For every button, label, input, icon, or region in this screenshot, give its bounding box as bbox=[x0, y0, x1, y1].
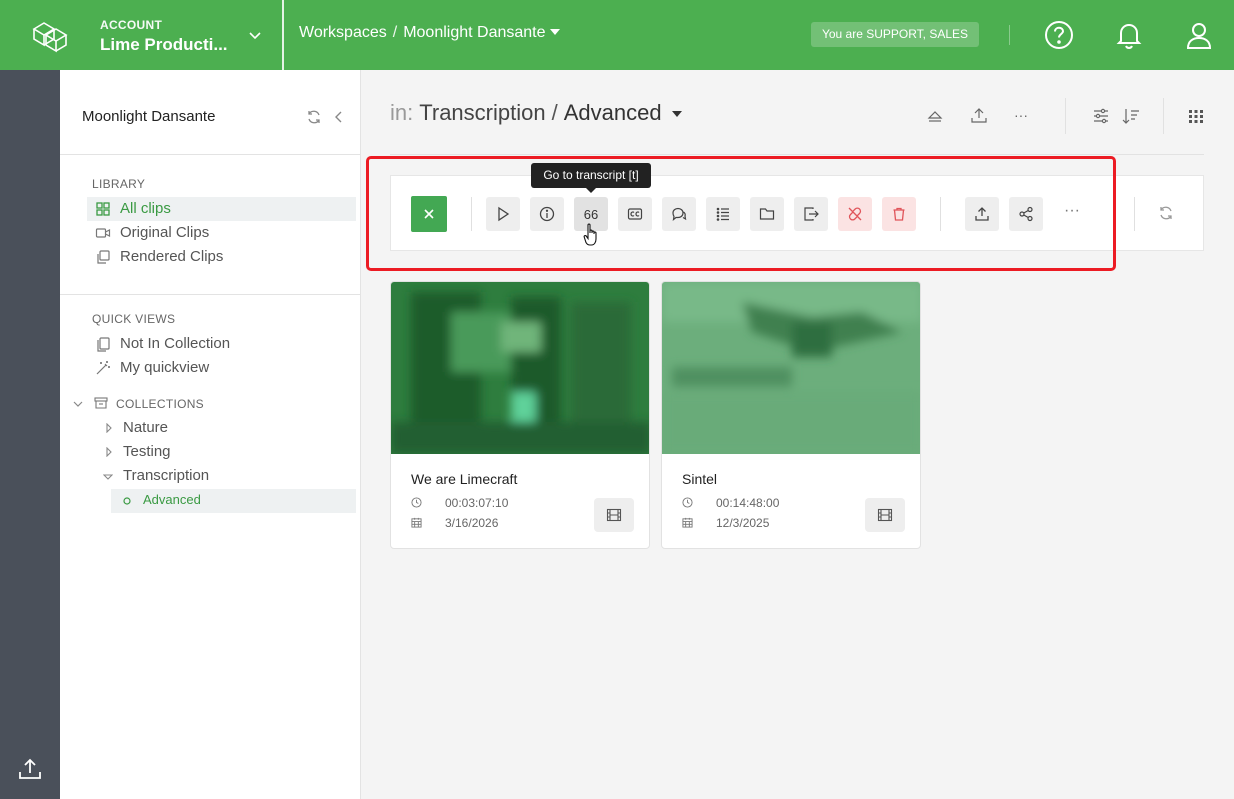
refresh-icon[interactable] bbox=[1158, 205, 1174, 221]
caret-right-icon[interactable] bbox=[104, 423, 114, 433]
topbar-divider bbox=[282, 0, 284, 70]
filter-sliders-icon[interactable] bbox=[1092, 107, 1110, 125]
circle-icon bbox=[123, 497, 131, 505]
clock-icon bbox=[682, 497, 693, 508]
upload-icon[interactable] bbox=[970, 107, 988, 125]
account-switcher[interactable]: ACCOUNT Lime Producti... bbox=[100, 18, 228, 55]
breadcrumb-separator: / bbox=[392, 24, 398, 41]
chevron-down-icon[interactable] bbox=[73, 399, 83, 409]
clip-card[interactable]: We are Limecraft 00:03:07:10 3/16/2026 bbox=[390, 281, 650, 549]
clip-duration-value: 00:03:07:10 bbox=[445, 496, 509, 510]
highlight-annotation bbox=[366, 156, 1116, 271]
bell-icon[interactable] bbox=[1113, 19, 1145, 51]
topbar-thin-divider bbox=[1009, 25, 1010, 45]
clip-thumbnail[interactable] bbox=[391, 282, 650, 454]
sidebar-item-label: Advanced bbox=[143, 492, 201, 507]
collection-nature[interactable]: Nature bbox=[123, 416, 168, 440]
in-label: in: bbox=[390, 100, 414, 125]
top-bar: ACCOUNT Lime Producti... Workspaces / Moon… bbox=[0, 0, 1234, 70]
sidebar-item-my-quickview[interactable]: My quickview bbox=[87, 356, 356, 380]
calendar-icon bbox=[411, 517, 422, 528]
caret-down-icon[interactable] bbox=[103, 472, 113, 482]
chevron-left-icon[interactable] bbox=[331, 109, 347, 125]
sidebar-item-rendered-clips[interactable]: Rendered Clips bbox=[87, 245, 356, 269]
help-icon[interactable] bbox=[1043, 19, 1075, 51]
account-label: ACCOUNT bbox=[100, 18, 163, 32]
grid-icon bbox=[96, 202, 110, 216]
clip-title[interactable]: Sintel bbox=[682, 471, 717, 487]
magic-wand-icon bbox=[96, 361, 110, 375]
caret-right-icon[interactable] bbox=[104, 447, 114, 457]
path-separator: / bbox=[551, 100, 558, 125]
collection-transcription[interactable]: Transcription bbox=[123, 464, 209, 488]
clip-date-value: 12/3/2025 bbox=[716, 516, 770, 530]
clip-thumbnail[interactable] bbox=[662, 282, 921, 454]
left-rail bbox=[0, 70, 60, 799]
toolbar-divider bbox=[1134, 197, 1135, 231]
library-header: LIBRARY bbox=[92, 177, 146, 191]
collection-testing[interactable]: Testing bbox=[123, 440, 171, 464]
header-divider bbox=[1163, 98, 1164, 134]
archive-box-icon bbox=[94, 397, 108, 409]
hand-cursor-icon bbox=[583, 223, 597, 246]
clock-icon bbox=[411, 497, 422, 508]
caret-down-icon[interactable] bbox=[671, 111, 682, 117]
video-camera-icon bbox=[95, 228, 111, 238]
account-name: Lime Producti... bbox=[100, 35, 228, 54]
sidebar-item-label: Original Clips bbox=[120, 224, 210, 241]
eject-icon[interactable] bbox=[926, 107, 944, 125]
caret-down-icon[interactable] bbox=[549, 29, 560, 35]
chevron-down-icon[interactable] bbox=[248, 28, 262, 42]
sidebar-item-all-clips[interactable]: All clips bbox=[87, 197, 356, 221]
header-rule bbox=[390, 154, 1204, 155]
breadcrumb-workspaces[interactable]: Workspaces bbox=[299, 24, 387, 41]
header-divider bbox=[1065, 98, 1066, 134]
path-parent[interactable]: Transcription bbox=[419, 100, 545, 125]
user-icon[interactable] bbox=[1183, 19, 1215, 51]
limecraft-logo-icon[interactable] bbox=[30, 17, 70, 53]
sidebar-divider bbox=[60, 154, 361, 155]
clip-duration-value: 00:14:48:00 bbox=[716, 496, 780, 510]
copy-icon bbox=[97, 250, 110, 264]
film-icon bbox=[877, 508, 893, 522]
copy-icon bbox=[97, 337, 110, 352]
sidebar: Moonlight Dansante LIBRARY All clips Ori… bbox=[60, 70, 361, 799]
sidebar-title: Moonlight Dansante bbox=[82, 108, 216, 125]
quickviews-header: QUICK VIEWS bbox=[92, 312, 176, 326]
calendar-icon bbox=[682, 517, 693, 528]
sidebar-item-label: Not In Collection bbox=[120, 335, 231, 352]
sidebar-item-label: All clips bbox=[120, 200, 171, 217]
page-title: in: Transcription / Advanced bbox=[390, 100, 682, 126]
breadcrumb-project[interactable]: Moonlight Dansante bbox=[403, 24, 545, 41]
sidebar-item-advanced[interactable]: Advanced bbox=[111, 489, 356, 513]
path-current: Advanced bbox=[563, 100, 662, 125]
clip-title[interactable]: We are Limecraft bbox=[411, 471, 517, 487]
clip-date-value: 3/16/2026 bbox=[445, 516, 499, 530]
sidebar-divider bbox=[60, 294, 361, 295]
sidebar-item-label: My quickview bbox=[120, 359, 210, 376]
sidebar-item-original-clips[interactable]: Original Clips bbox=[87, 221, 356, 245]
sidebar-item-label: Rendered Clips bbox=[120, 248, 224, 265]
grid-view-icon[interactable] bbox=[1187, 107, 1205, 125]
sidebar-item-not-in-collection[interactable]: Not In Collection bbox=[87, 332, 356, 356]
upload-icon[interactable] bbox=[17, 756, 43, 782]
open-clip-button[interactable] bbox=[594, 498, 634, 532]
clip-card[interactable]: Sintel 00:14:48:00 12/3/2025 bbox=[661, 281, 921, 549]
collections-header: COLLECTIONS bbox=[116, 397, 204, 411]
more-icon[interactable]: ··· bbox=[1014, 107, 1032, 125]
sort-icon[interactable] bbox=[1122, 107, 1140, 125]
breadcrumb: Workspaces / Moonlight Dansante bbox=[299, 24, 560, 42]
role-badge: You are SUPPORT, SALES bbox=[811, 22, 979, 47]
open-clip-button[interactable] bbox=[865, 498, 905, 532]
film-icon bbox=[606, 508, 622, 522]
refresh-icon[interactable] bbox=[306, 109, 322, 125]
